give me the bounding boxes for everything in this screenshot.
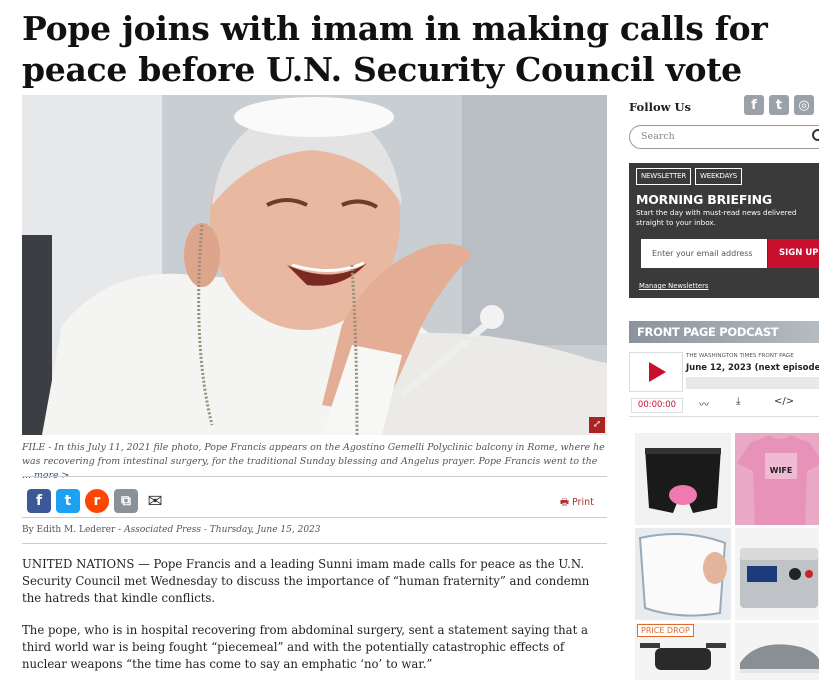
divider: [22, 543, 607, 544]
article-headline: Pope joins with imam in making calls for…: [22, 9, 768, 89]
byline-source: Associated Press: [124, 525, 202, 535]
embed-icon[interactable]: </>: [774, 396, 794, 407]
ad-product-shirt[interactable]: WIFE: [735, 433, 819, 525]
shorts-image: [645, 448, 721, 513]
play-icon: [649, 362, 666, 382]
newsletter-tag: NEWSLETTER: [636, 168, 692, 185]
search-icon[interactable]: [812, 129, 819, 141]
byline: By Edith M. Lederer - Associated Press -…: [22, 525, 321, 535]
email-field[interactable]: Enter your email address: [641, 239, 767, 268]
ad-product-charger[interactable]: [735, 528, 819, 620]
download-icon[interactable]: ⤓: [736, 396, 740, 407]
ad-product-shorts[interactable]: [635, 433, 731, 525]
podcast-heading: FRONT PAGE PODCAST: [629, 321, 819, 343]
ad-product-shoes[interactable]: [735, 623, 819, 680]
article-photo[interactable]: ⤢: [22, 95, 607, 435]
follow-us-label: Follow Us: [629, 100, 692, 114]
instagram-follow-icon[interactable]: ◎: [794, 95, 814, 115]
shirt-image: WIFE: [737, 435, 819, 525]
newsletter-description: Start the day with must-read news delive…: [636, 208, 797, 227]
svg-text:WIFE: WIFE: [770, 466, 793, 475]
byline-date: - Thursday, June 15, 2023: [201, 525, 321, 535]
share-buttons: f t r ⧉ ✉: [27, 489, 167, 513]
search-input[interactable]: Search: [629, 125, 819, 149]
play-button[interactable]: [629, 352, 683, 392]
email-icon[interactable]: ✉: [143, 489, 167, 513]
newsletter-signup: NEWSLETTER WEEKDAYS MORNING BRIEFING Sta…: [629, 163, 819, 298]
podcast-episode-date: June 12, 2023 (next episode June 1: [686, 363, 819, 373]
article-paragraph: UNITED NATIONS — Pope Francis and a lead…: [22, 557, 590, 605]
fabric-image: [635, 528, 731, 620]
reddit-icon[interactable]: r: [85, 489, 109, 513]
facebook-follow-icon[interactable]: f: [744, 95, 764, 115]
podcast-player: THE WASHINGTON TIMES FRONT PAGE June 12,…: [629, 352, 819, 417]
weekdays-tag: WEEKDAYS: [695, 168, 742, 185]
pope-photo-illustration: [22, 95, 607, 435]
copy-link-icon[interactable]: ⧉: [114, 489, 138, 513]
byline-author: By Edith M. Lederer -: [22, 525, 125, 535]
sign-up-button[interactable]: SIGN UP: [768, 239, 819, 268]
price-drop-badge: PRICE DROP: [637, 624, 694, 637]
expand-photo-icon[interactable]: ⤢: [589, 417, 605, 433]
divider: [22, 517, 607, 518]
podcast-progress-bar[interactable]: [686, 377, 819, 389]
print-link[interactable]: 🖶 Print: [560, 495, 594, 511]
shoes-image: [740, 644, 819, 673]
manage-newsletters-link[interactable]: Manage Newsletters: [639, 282, 708, 290]
podcast-time: 00:00:00: [631, 398, 683, 413]
twitter-follow-icon[interactable]: t: [769, 95, 789, 115]
charger-image: [740, 548, 818, 608]
ad-product-fabric[interactable]: [635, 528, 731, 620]
subscribe-icon[interactable]: 〰: [699, 396, 709, 411]
divider: [22, 476, 607, 477]
facebook-icon[interactable]: f: [27, 489, 51, 513]
article-paragraph: The pope, who is in hospital recovering …: [22, 623, 588, 671]
newsletter-title: MORNING BRIEFING: [636, 192, 772, 207]
twitter-icon[interactable]: t: [56, 489, 80, 513]
podcast-show-name: THE WASHINGTON TIMES FRONT PAGE: [686, 353, 794, 359]
